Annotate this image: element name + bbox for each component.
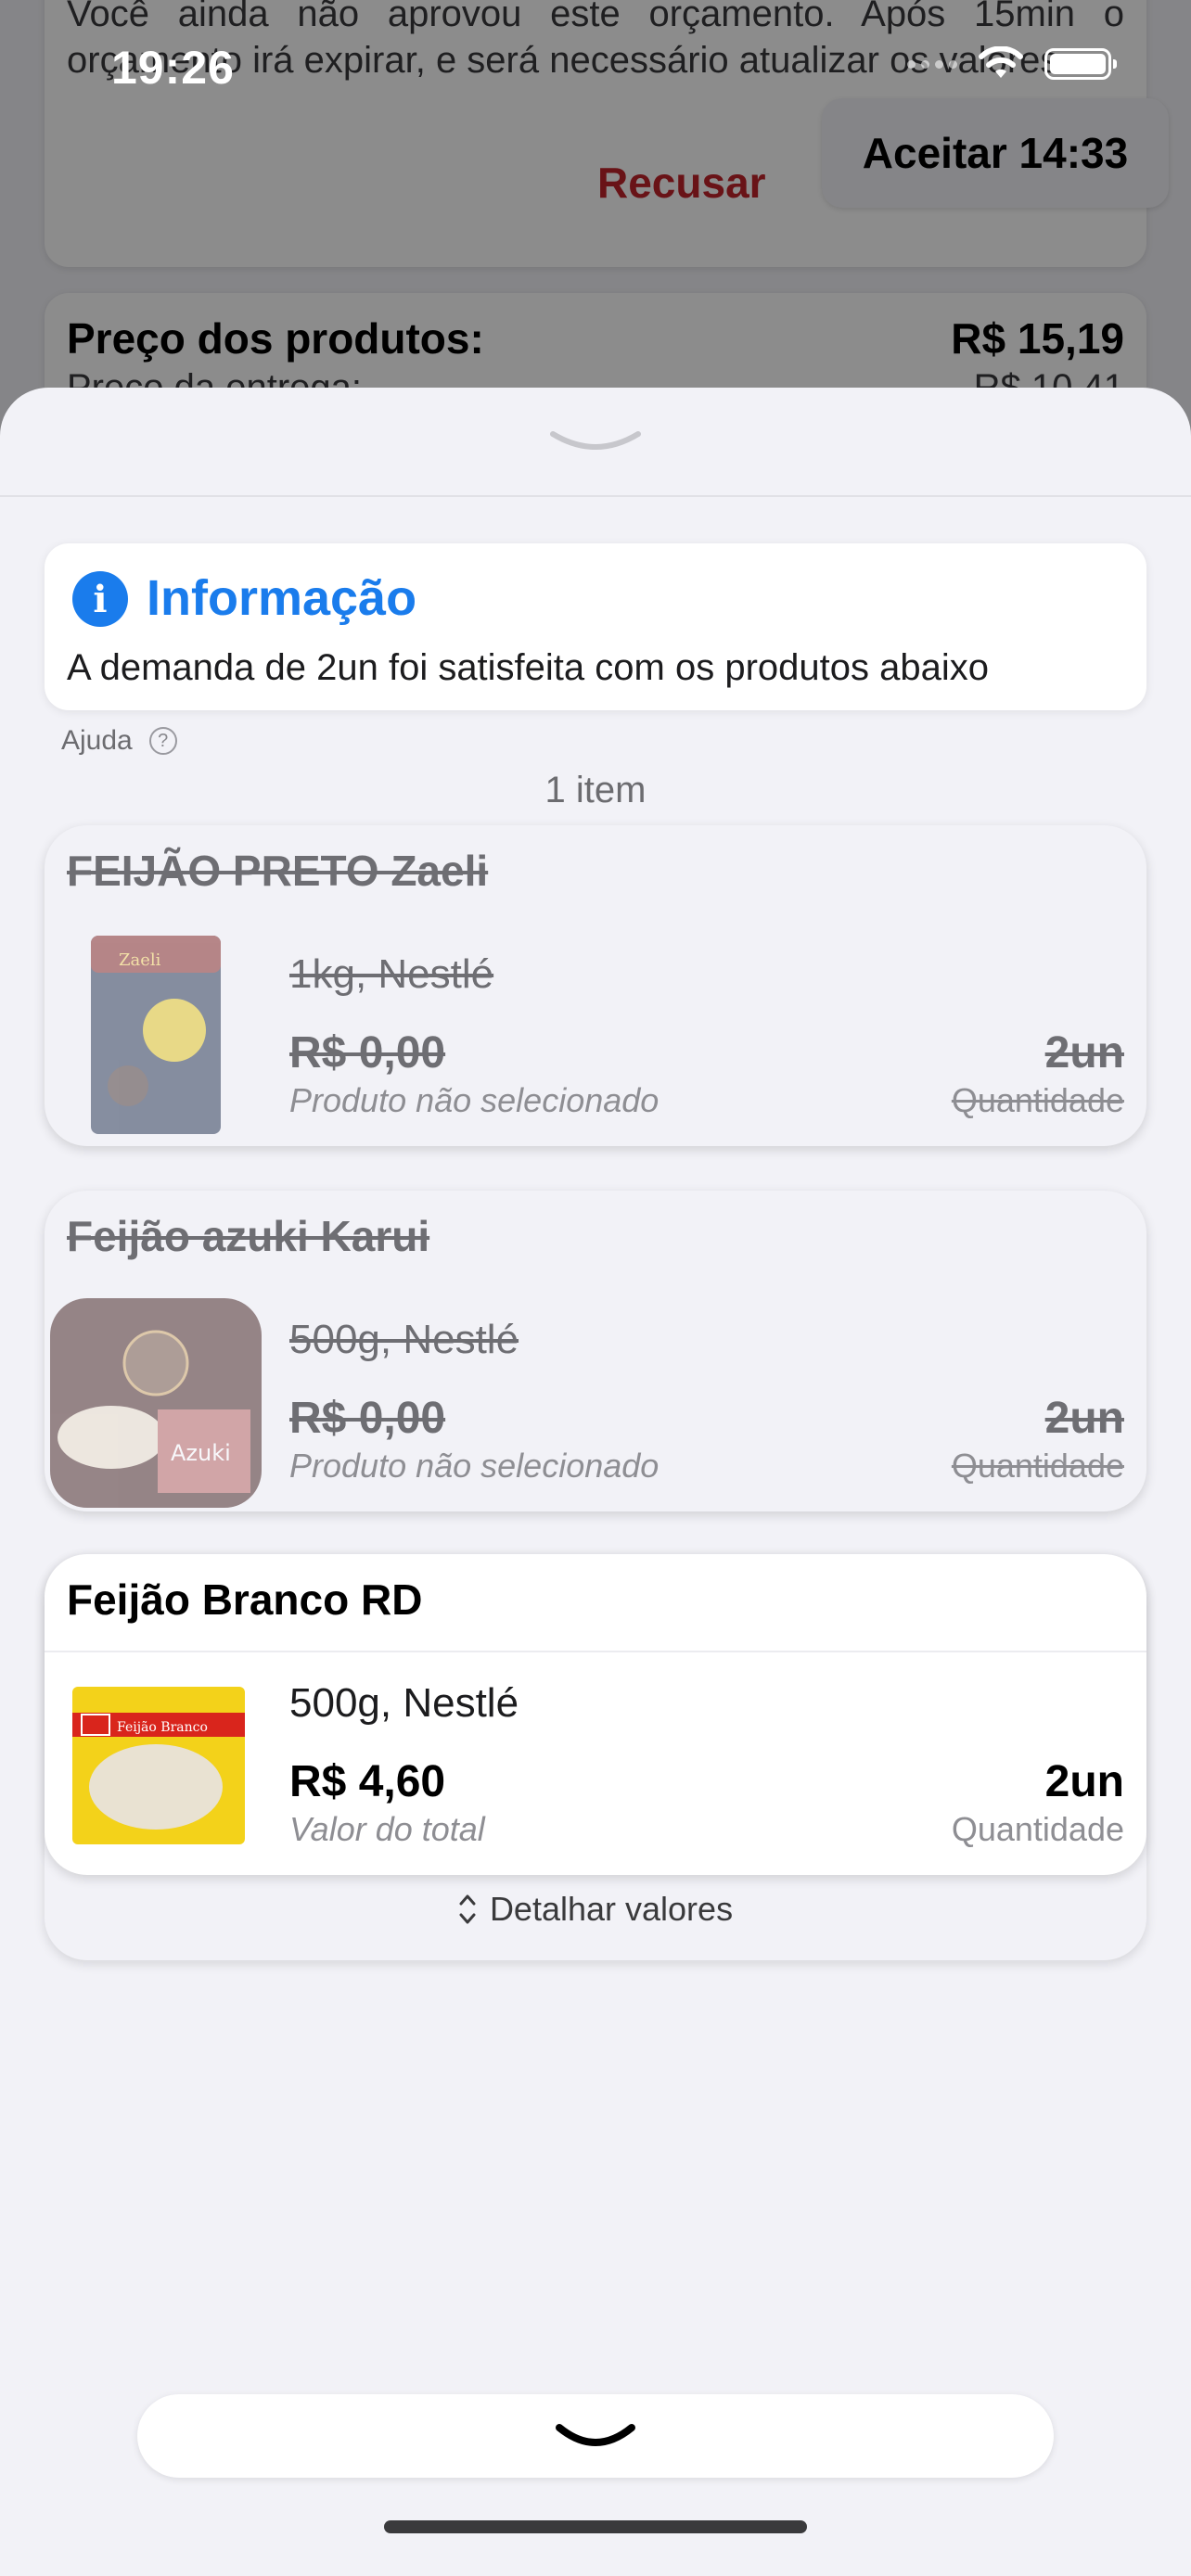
info-title: Informação: [147, 570, 417, 626]
product-name: FEIJÃO PRETO Zaeli: [67, 847, 489, 895]
product-status: Produto não selecionado: [289, 1447, 660, 1485]
quantity-label: Quantidade: [951, 1810, 1124, 1848]
battery-icon: [1044, 48, 1117, 80]
collapse-button[interactable]: [137, 2394, 1054, 2478]
item-count: 1 item: [544, 770, 647, 810]
info-icon: i: [72, 571, 128, 627]
wifi-icon: [979, 46, 1023, 78]
sheet-divider: [0, 495, 1191, 497]
help-link[interactable]: Ajuda ?: [61, 725, 177, 757]
product-card[interactable]: Feijão azuki Karui Azuki 500g, Nestlé R$…: [45, 1191, 1146, 1511]
product-size: 1kg, Nestlé: [289, 951, 494, 997]
product-price: R$ 0,00: [289, 1028, 446, 1078]
svg-text:Azuki: Azuki: [171, 1440, 231, 1466]
svg-text:Feijão Branco: Feijão Branco: [117, 1720, 208, 1735]
info-text: A demanda de 2un foi satisfeita com os p…: [67, 647, 989, 688]
detail-values-label: Detalhar valores: [489, 1890, 734, 1928]
status-time: 19:26: [111, 42, 235, 94]
product-quantity: 2un: [1044, 1757, 1124, 1806]
product-name: Feijão azuki Karui: [67, 1212, 430, 1260]
home-indicator: [384, 2520, 807, 2533]
product-quantity: 2un: [1044, 1394, 1124, 1443]
product-image: Azuki: [45, 1289, 267, 1511]
cellular-signal-icon: [907, 59, 957, 69]
svg-text:Zaeli: Zaeli: [119, 950, 161, 970]
product-image: Zaeli: [45, 924, 267, 1146]
help-label: Ajuda: [61, 725, 133, 756]
product-card[interactable]: FEIJÃO PRETO Zaeli Zaeli 1kg, Nestlé R$ …: [45, 825, 1146, 1146]
product-status: Produto não selecionado: [289, 1081, 660, 1119]
product-image: Feijão Branco: [45, 1652, 267, 1875]
product-size: 500g, Nestlé: [289, 1317, 519, 1362]
quantity-label: Quantidade: [951, 1447, 1124, 1485]
product-price: R$ 0,00: [289, 1394, 446, 1443]
product-card-selected[interactable]: Feijão Branco RD Feijão Branco 500g, Nes…: [45, 1554, 1146, 1875]
detail-values-button[interactable]: Detalhar valores: [0, 1890, 1191, 1929]
product-size: 500g, Nestlé: [289, 1680, 519, 1726]
chevron-up-down-icon: [459, 1894, 476, 1924]
product-name: Feijão Branco RD: [67, 1575, 423, 1624]
chevron-down-icon: [556, 2424, 635, 2446]
product-price: R$ 4,60: [289, 1757, 446, 1806]
info-card: i Informação A demanda de 2un foi satisf…: [45, 543, 1146, 710]
quantity-label: Quantidade: [951, 1081, 1124, 1119]
product-total-label: Valor do total: [289, 1810, 485, 1848]
question-circle-icon: ?: [148, 727, 177, 755]
product-quantity: 2un: [1044, 1028, 1124, 1078]
status-icons: [907, 46, 1117, 82]
sheet-grabber-chevron-icon[interactable]: [549, 428, 642, 456]
bottom-sheet: i Informação A demanda de 2un foi satisf…: [0, 388, 1191, 2576]
